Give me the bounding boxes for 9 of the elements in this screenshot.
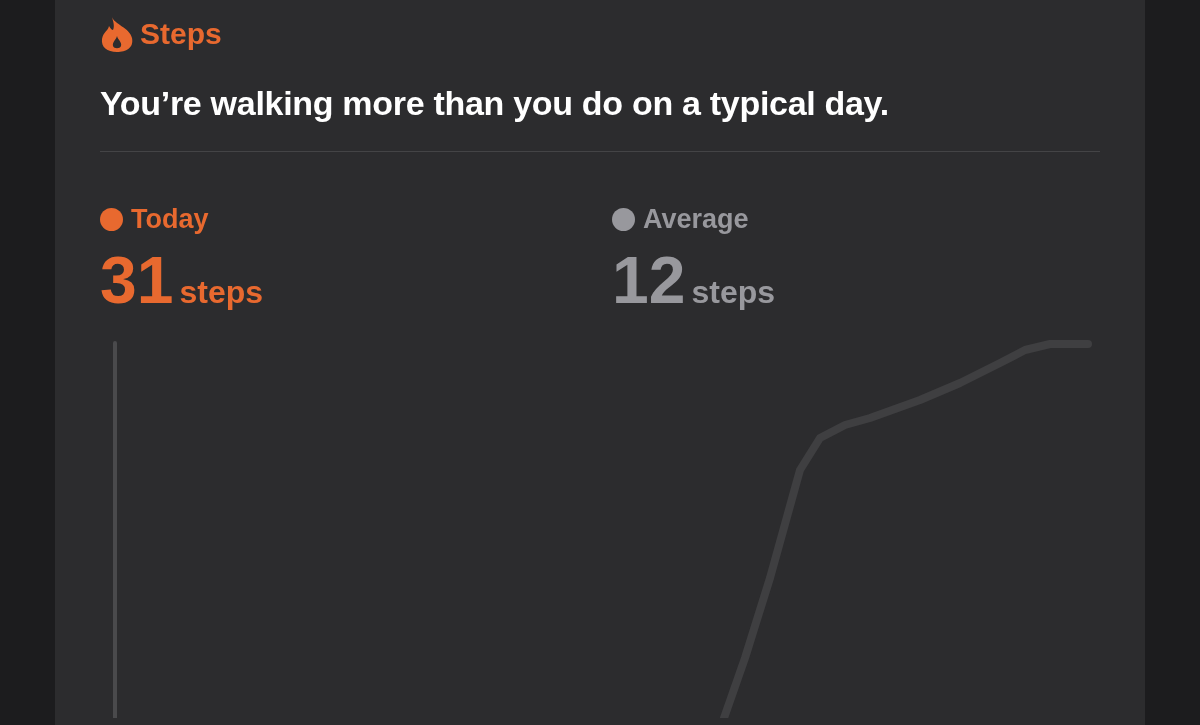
flame-icon: [100, 16, 134, 52]
stat-unit: steps: [179, 274, 263, 311]
stat-unit: steps: [691, 274, 775, 311]
stat-label: Today: [131, 203, 209, 235]
stat-label: Average: [643, 203, 749, 235]
stat-value: 12: [612, 242, 686, 318]
stat-value: 31: [100, 242, 174, 318]
card-title: Steps: [140, 17, 222, 51]
headline: You’re walking more than you do on a typical day.: [100, 84, 890, 123]
